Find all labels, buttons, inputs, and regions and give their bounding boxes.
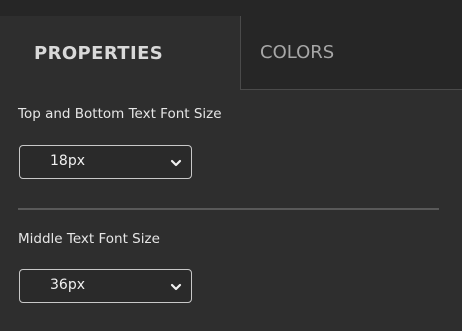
- middle-font-size-value: 36px: [50, 277, 85, 293]
- tab-bar: PROPERTIES COLORS: [0, 16, 462, 90]
- tab-colors[interactable]: COLORS: [241, 16, 462, 90]
- tab-properties[interactable]: PROPERTIES: [0, 16, 241, 90]
- middle-font-size-label: Middle Text Font Size: [18, 231, 160, 247]
- middle-font-size-select[interactable]: 36px: [19, 269, 192, 303]
- top-bottom-font-size-select[interactable]: 18px: [19, 145, 192, 179]
- tab-colors-label: COLORS: [260, 42, 335, 63]
- chevron-down-icon: [170, 159, 182, 167]
- chevron-down-icon: [170, 283, 182, 291]
- tab-properties-label: PROPERTIES: [34, 42, 164, 64]
- top-strip: [0, 0, 462, 16]
- top-bottom-font-size-label: Top and Bottom Text Font Size: [18, 106, 222, 122]
- section-divider: [18, 208, 439, 210]
- properties-panel: PROPERTIES COLORS Top and Bottom Text Fo…: [0, 0, 462, 331]
- top-bottom-font-size-value: 18px: [50, 153, 85, 169]
